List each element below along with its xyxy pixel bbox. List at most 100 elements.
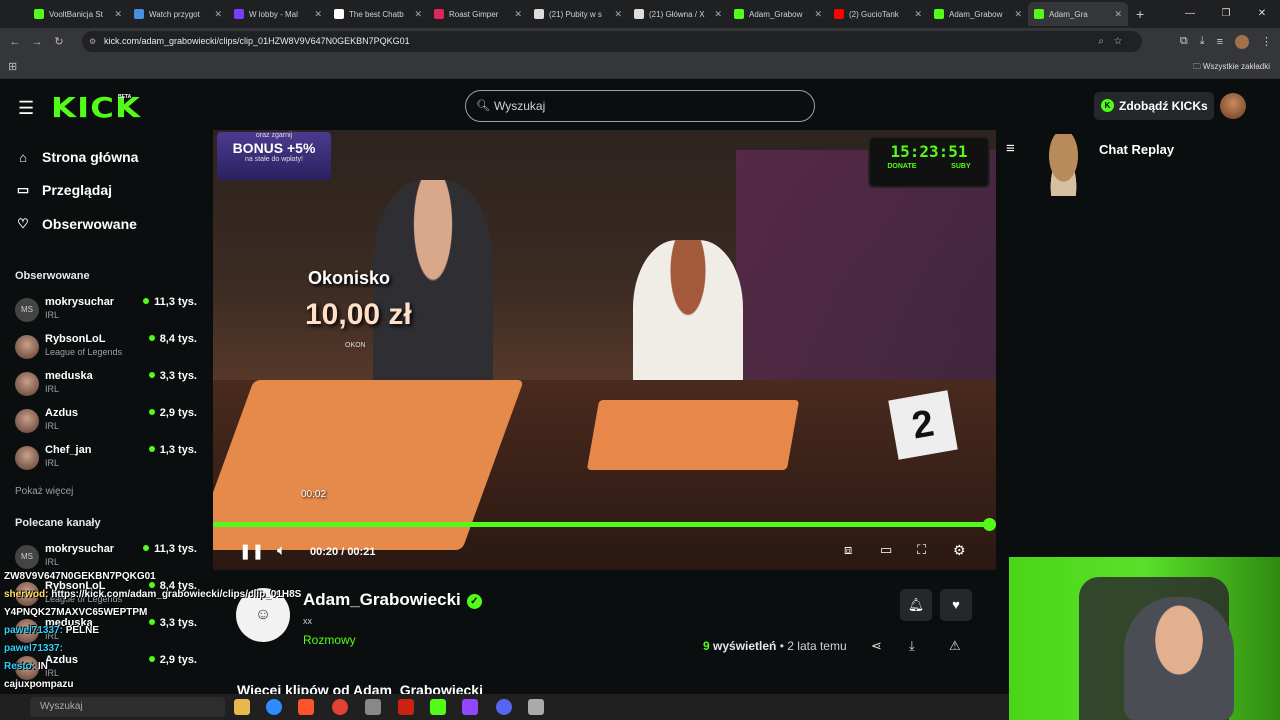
bonus-sub: na stałe do wpłaty! — [245, 156, 303, 163]
browser-tab[interactable]: Adam_Gra ✕ — [1028, 2, 1128, 26]
tab-close-icon[interactable]: ✕ — [114, 9, 122, 20]
progress-knob[interactable] — [983, 518, 996, 531]
tab-label: Adam_Gra — [1049, 9, 1088, 19]
theater-mode-button[interactable]: ▭ — [880, 542, 892, 558]
nav-following-label: Obserwowane — [42, 216, 137, 232]
minimize-button[interactable]: — — [1172, 0, 1208, 28]
channel-name: Chef_jan — [45, 444, 92, 456]
search-input[interactable]: 🔍︎ Wyszukaj — [465, 90, 815, 122]
tab-close-icon[interactable]: ✕ — [514, 9, 522, 20]
media-control-icon[interactable]: ≡ — [1217, 36, 1223, 48]
kick-app-icon[interactable] — [430, 699, 446, 715]
sidebar-channel[interactable]: Chef_jan IRL 1,3 tys. — [15, 444, 205, 478]
viewer-count: 2,9 tys. — [149, 654, 197, 666]
browser-tab[interactable]: (2) GucioTank ✕ — [828, 2, 928, 26]
all-bookmarks-label: Wszystkie zakładki — [1202, 62, 1270, 71]
share-icon[interactable]: ⋖ — [871, 638, 882, 654]
nav-following[interactable]: ♡ Obserwowane — [16, 216, 137, 232]
tab-favicon-icon — [34, 9, 44, 19]
tab-label: (21) Pubity w s — [549, 9, 602, 19]
browser-tab[interactable]: VooltBanicja St ✕ — [28, 2, 128, 26]
reload-button[interactable]: ↻ — [48, 35, 70, 48]
fullscreen-button[interactable]: ⛶ — [917, 542, 926, 558]
download-icon[interactable]: ⤓ — [909, 638, 915, 654]
sidebar-channel[interactable]: RybsonLoL League of Legends 8,4 tys. — [15, 333, 205, 367]
collapse-chat-icon[interactable]: ≡ — [1006, 140, 1015, 157]
chrome-icon[interactable] — [332, 699, 348, 715]
channel-name: mokrysuchar — [45, 296, 115, 308]
channel-category[interactable]: Rozmowy — [303, 633, 356, 647]
address-bar-row: ← → ↻ ⚙ kick.com/adam_grabowiecki/clips/… — [0, 28, 1280, 55]
tab-close-icon[interactable]: ✕ — [314, 9, 322, 20]
browser-menu-icon[interactable]: ⋮ — [1261, 35, 1272, 48]
user-avatar[interactable] — [1220, 93, 1246, 119]
show-more-link[interactable]: Pokaż więcej — [15, 486, 73, 497]
channel-name[interactable]: Adam_Grabowiecki — [303, 590, 461, 609]
apps-grid-icon[interactable]: ⊞ — [8, 60, 17, 73]
browser-tab[interactable]: The best Chatb ✕ — [328, 2, 428, 26]
channel-category: IRL — [45, 557, 60, 567]
zoom-icon[interactable]: ⌕ — [1098, 36, 1114, 47]
sidebar-channel[interactable]: MS mokrysuchar IRL 11,3 tys. — [15, 296, 205, 330]
channel-avatar — [15, 372, 39, 396]
tab-close-icon[interactable]: ✕ — [614, 9, 622, 20]
get-kicks-button[interactable]: K Zdobądź KICKs — [1094, 92, 1214, 120]
settings-app-icon[interactable] — [528, 699, 544, 715]
tab-close-icon[interactable]: ✕ — [414, 9, 422, 20]
url-text: kick.com/adam_grabowiecki/clips/clip_01H… — [104, 36, 410, 46]
tab-close-icon[interactable]: ✕ — [214, 9, 222, 20]
browser-tab[interactable]: (21) Główna / X ✕ — [628, 2, 728, 26]
browser-tab[interactable]: Watch przygot ✕ — [128, 2, 228, 26]
sidebar-channel[interactable]: meduska IRL 3,3 tys. — [15, 370, 205, 404]
obs-icon[interactable] — [398, 699, 414, 715]
twitch-icon[interactable] — [462, 699, 478, 715]
extensions-icon[interactable]: ⧉ — [1180, 35, 1188, 48]
site-info-icon[interactable]: ⚙ — [89, 31, 96, 52]
browser-tab[interactable]: W lobby - Mal ✕ — [228, 2, 328, 26]
nav-browse[interactable]: ▭ Przeglądaj — [16, 182, 112, 198]
edge-icon[interactable] — [266, 699, 282, 715]
url-field[interactable]: ⚙ kick.com/adam_grabowiecki/clips/clip_0… — [82, 31, 1142, 52]
overlay-chat-line: Resto: IN — [4, 661, 48, 672]
volume-button[interactable]: 🔈︎ — [277, 542, 286, 559]
file-explorer-icon[interactable] — [234, 699, 250, 715]
sidebar-channel[interactable]: Azdus IRL 2,9 tys. — [15, 407, 205, 441]
kicks-coin-icon: K — [1101, 99, 1114, 112]
menu-icon[interactable]: ☰ — [18, 98, 34, 119]
forward-button[interactable]: → — [26, 36, 48, 48]
pause-button[interactable]: ❚❚ — [239, 542, 264, 560]
browser-tab[interactable]: Adam_Grabow ✕ — [928, 2, 1028, 26]
report-icon[interactable]: ⚠ — [949, 638, 961, 654]
taskbar-search[interactable]: Wyszukaj — [30, 697, 225, 717]
nav-home[interactable]: ⌂ Strona główna — [16, 149, 138, 165]
new-tab-button[interactable]: + — [1136, 6, 1144, 22]
brave-icon[interactable] — [298, 699, 314, 715]
miniplayer-button[interactable]: ⧈ — [844, 542, 852, 558]
progress-bar[interactable] — [213, 518, 996, 531]
tab-close-icon[interactable]: ✕ — [714, 9, 722, 20]
follow-heart-button[interactable]: ♥ — [940, 589, 972, 621]
browser-tab[interactable]: Adam_Grabow ✕ — [728, 2, 828, 26]
tab-close-icon[interactable]: ✕ — [1014, 9, 1022, 20]
tab-close-icon[interactable]: ✕ — [814, 9, 822, 20]
player-controls: ❚❚ 🔈︎ 00:20 / 00:21 ⧈ ▭ ⛶ ⚙ — [213, 540, 996, 566]
donation-name: Okonisko — [308, 268, 391, 288]
profile-avatar[interactable] — [1235, 34, 1249, 49]
notification-bell-button[interactable]: 🔔︎ — [900, 589, 932, 621]
settings-button[interactable]: ⚙ — [953, 542, 966, 559]
discord-icon[interactable] — [496, 699, 512, 715]
close-window-button[interactable]: ✕ — [1244, 0, 1280, 28]
back-button[interactable]: ← — [4, 36, 26, 48]
tab-close-icon[interactable]: ✕ — [914, 9, 922, 20]
maximize-button[interactable]: ❐ — [1208, 0, 1244, 28]
downloads-icon[interactable]: ⤓ — [1200, 35, 1205, 48]
bookmark-star-icon[interactable]: ☆ — [1114, 36, 1132, 47]
all-bookmarks-link[interactable]: 🗀 Wszystkie zakładki — [1193, 61, 1270, 75]
tab-close-icon[interactable]: ✕ — [1114, 9, 1122, 20]
app-icon[interactable] — [365, 699, 381, 715]
channel-avatar: MS — [15, 545, 39, 569]
overlay-chat-text: Y4PNQK27MAXVC65WEPTPM — [4, 607, 148, 618]
video-player[interactable]: 2 oraz zgarnij BONUS +5% na stałe do wpł… — [213, 130, 996, 570]
browser-tab[interactable]: Roast Gimper ✕ — [428, 2, 528, 26]
browser-tab[interactable]: (21) Pubity w s ✕ — [528, 2, 628, 26]
